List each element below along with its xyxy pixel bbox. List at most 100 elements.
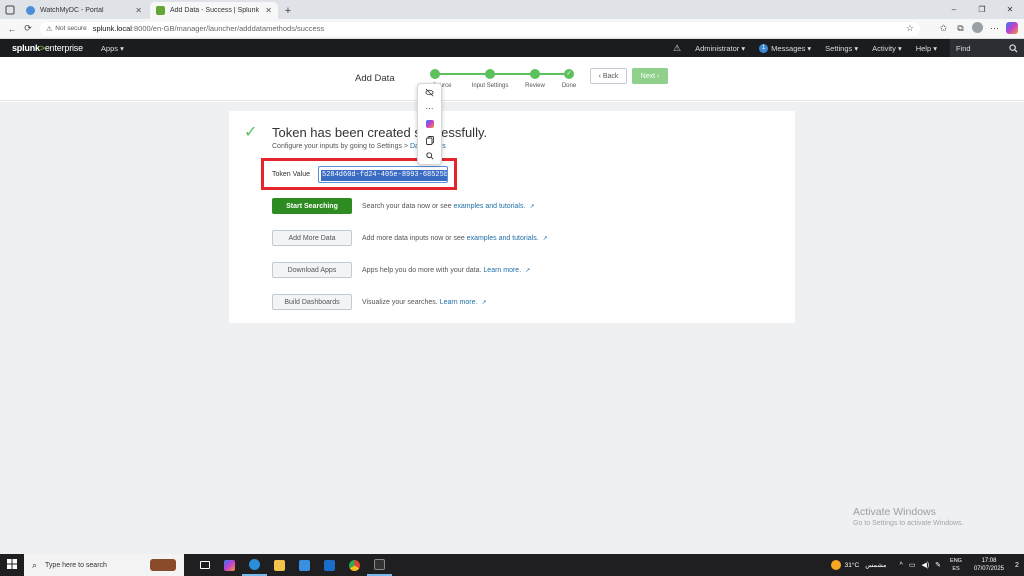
url-path: :8000/en-GB/manager/launcher/adddatameth… xyxy=(131,24,325,33)
settings-menu[interactable]: Settings ▾ xyxy=(818,44,865,53)
collections-icon[interactable]: ⧉ xyxy=(952,23,969,34)
search-icon[interactable] xyxy=(418,148,441,164)
lang-top: ENG xyxy=(950,558,962,564)
task-view-icon[interactable] xyxy=(192,554,217,576)
address-bar-row: ← ⟳ Not secure splunk.local:8000/en-GB/m… xyxy=(0,19,1024,39)
copilot-icon[interactable] xyxy=(1003,21,1020,36)
messages-menu[interactable]: 1 Messages ▾ xyxy=(752,43,818,53)
add-more-data-button[interactable]: Add More Data xyxy=(272,230,352,246)
reload-icon[interactable]: ⟳ xyxy=(20,23,36,34)
store-icon[interactable] xyxy=(292,554,317,576)
download-apps-button[interactable]: Download Apps xyxy=(272,262,352,278)
not-secure-badge[interactable]: Not secure xyxy=(46,25,86,33)
next-button[interactable]: Next › xyxy=(632,68,668,84)
step-dot-review xyxy=(530,69,540,79)
outlook-icon[interactable] xyxy=(317,554,342,576)
external-link-icon: ↗ xyxy=(542,235,548,242)
close-tab-icon[interactable]: ✕ xyxy=(265,6,272,15)
pen-icon[interactable]: ✎ xyxy=(935,561,941,569)
examples-tutorials-link[interactable]: examples and tutorials. xyxy=(467,235,539,242)
input-language[interactable]: ENG ES xyxy=(950,557,962,573)
start-windows-icon[interactable] xyxy=(0,558,24,572)
close-window-button[interactable]: ✕ xyxy=(996,5,1024,14)
favorites-icon[interactable]: ✩ xyxy=(935,23,952,34)
learn-more-link[interactable]: Learn more. xyxy=(440,299,478,306)
page-body: ✓ Token has been created successfully. C… xyxy=(0,102,1024,554)
start-searching-button[interactable]: Start Searching xyxy=(272,198,352,214)
profile-avatar-icon[interactable] xyxy=(969,22,986,35)
administrator-menu[interactable]: Administrator ▾ xyxy=(688,44,752,53)
logo-product: enterprise xyxy=(44,43,83,53)
notifications-icon[interactable]: 2 xyxy=(1010,562,1024,569)
messages-label: Messages ▾ xyxy=(771,43,812,53)
selection-mini-toolbar: ⋯ xyxy=(417,83,442,165)
action-row-download-apps: Download Apps Apps help you do more with… xyxy=(272,262,530,278)
copilot-icon[interactable] xyxy=(418,116,441,132)
apps-menu[interactable]: Apps ▾ xyxy=(101,44,124,53)
weather-widget[interactable]: 31°C مشمس xyxy=(830,560,887,570)
taskbar-apps xyxy=(192,554,392,576)
back-button[interactable]: ‹ Back xyxy=(590,68,627,84)
find-input[interactable]: Find xyxy=(950,39,1024,57)
action-text: Add more data inputs now or see xyxy=(362,234,467,242)
taskbar-search-placeholder: Type here to search xyxy=(45,561,107,569)
lang-bottom: ES xyxy=(952,566,960,572)
success-card: ✓ Token has been created successfully. C… xyxy=(229,111,795,323)
steps-progress-line xyxy=(435,73,570,75)
chrome-icon[interactable] xyxy=(342,554,367,576)
build-dashboards-button[interactable]: Build Dashboards xyxy=(272,294,352,310)
taskbar-search-input[interactable]: ⌕ Type here to search xyxy=(24,554,184,576)
splunk-favicon-icon xyxy=(156,6,165,15)
activity-menu[interactable]: Activity ▾ xyxy=(865,44,909,53)
file-explorer-icon[interactable] xyxy=(267,554,292,576)
action-description: Apps help you do more with your data. Le… xyxy=(362,267,530,274)
system-tray: 31°C مشمس ^ ▭ ◀) ✎ ENG ES 17:08 07/07/20… xyxy=(830,554,1024,576)
step-label-review: Review xyxy=(525,83,545,89)
wizard-title: Add Data xyxy=(355,73,395,84)
wizard-steps: ✓ Source Input Settings Review Done xyxy=(430,69,580,97)
windows-taskbar: ⌕ Type here to search 31°C مشمس ^ ▭ ◀) ✎… xyxy=(0,554,1024,576)
action-description: Visualize your searches. Learn more. ↗ xyxy=(362,299,486,306)
volume-icon[interactable]: ◀) xyxy=(921,561,929,569)
tab-actions-icon[interactable] xyxy=(0,0,20,19)
copy-icon[interactable] xyxy=(418,132,441,148)
favorite-star-icon[interactable]: ☆ xyxy=(906,23,914,34)
more-icon[interactable]: ⋯ xyxy=(418,100,441,116)
sun-icon xyxy=(830,560,841,570)
network-icon[interactable]: ▭ xyxy=(909,561,916,569)
close-tab-icon[interactable]: ✕ xyxy=(135,6,142,15)
terminal-icon[interactable] xyxy=(367,554,392,576)
logo-brand: splunk xyxy=(12,43,40,53)
taskbar-clock[interactable]: 17:08 07/07/2025 xyxy=(974,557,1004,573)
help-menu[interactable]: Help ▾ xyxy=(909,44,944,53)
new-tab-button[interactable]: + xyxy=(280,2,296,19)
edge-browser-icon[interactable] xyxy=(242,554,267,576)
minimize-button[interactable]: – xyxy=(940,5,968,14)
success-title: Token has been created successfully. xyxy=(272,125,488,140)
action-row-add-more-data: Add More Data Add more data inputs now o… xyxy=(272,230,548,246)
add-data-wizard-header: Add Data ✓ Source Input Settings Review … xyxy=(0,57,1024,101)
external-link-icon: ↗ xyxy=(481,299,487,306)
copilot-taskbar-icon[interactable] xyxy=(217,554,242,576)
clock-time: 17:08 xyxy=(981,558,997,564)
chevron-up-icon[interactable]: ^ xyxy=(900,562,903,569)
splunk-logo[interactable]: splunk>enterprise xyxy=(12,43,83,53)
step-dot-done-check-icon: ✓ xyxy=(564,69,574,79)
action-text: Search your data now or see xyxy=(362,202,454,210)
find-placeholder: Find xyxy=(956,43,971,53)
tab-splunk-add-data[interactable]: Add Data - Success | Splunk 9.4.3 ✕ xyxy=(150,2,278,19)
more-menu-icon[interactable]: ⋯ xyxy=(986,23,1003,34)
back-arrow-icon[interactable]: ← xyxy=(4,24,20,34)
warning-icon[interactable]: ⚠ xyxy=(666,43,688,54)
url-text: splunk.local:8000/en-GB/manager/launcher… xyxy=(93,24,906,33)
tab-watchmydc[interactable]: WatchMyDC - Portal ✕ xyxy=(20,2,148,19)
tab-title: WatchMyDC - Portal xyxy=(40,7,104,14)
splunk-top-nav: splunk>enterprise Apps ▾ ⚠ Administrator… xyxy=(0,39,1024,57)
maximize-button[interactable]: ❐ xyxy=(968,5,996,14)
action-row-build-dashboards: Build Dashboards Visualize your searches… xyxy=(272,294,486,310)
learn-more-link[interactable]: Learn more. xyxy=(483,267,521,274)
tab-title: Add Data - Success | Splunk 9.4.3 xyxy=(170,7,261,14)
url-field[interactable]: Not secure splunk.local:8000/en-GB/manag… xyxy=(40,21,920,36)
examples-tutorials-link[interactable]: examples and tutorials. xyxy=(453,203,525,210)
hide-icon[interactable] xyxy=(418,84,441,100)
